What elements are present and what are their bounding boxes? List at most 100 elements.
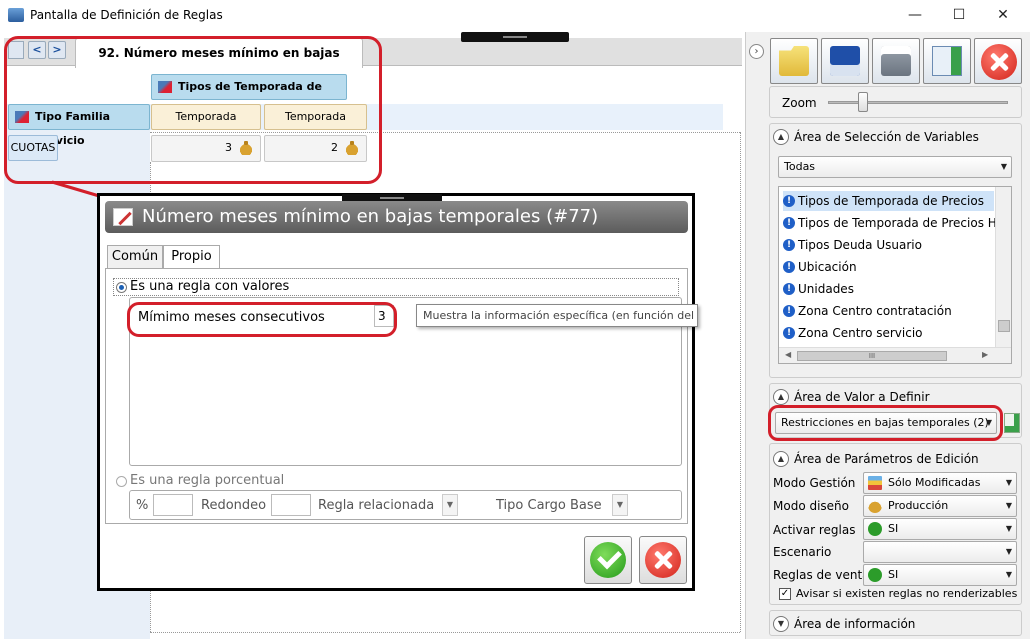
scroll-left-icon[interactable]: ◀ bbox=[785, 350, 791, 359]
variables-title: Área de Selección de Variables bbox=[794, 130, 979, 144]
base-charge-dropdown[interactable]: ▼ bbox=[612, 494, 628, 516]
collapse-variables-button[interactable]: ▲ bbox=[773, 129, 789, 145]
scrollbar-thumb[interactable]: III bbox=[797, 351, 947, 361]
chevron-down-icon: ▼ bbox=[1005, 570, 1012, 579]
tooltip: Muestra la información específica (en fu… bbox=[416, 304, 698, 327]
cancel-button[interactable] bbox=[639, 536, 687, 584]
info-icon: ! bbox=[783, 217, 795, 229]
checkbox-label: Avisar si existen reglas no renderizable… bbox=[796, 587, 1018, 600]
list-item-label: Ubicación bbox=[798, 260, 857, 274]
accept-button[interactable] bbox=[584, 536, 632, 584]
activar-reglas-dropdown[interactable]: SI ▼ bbox=[863, 518, 1017, 540]
param-value: Producción bbox=[888, 499, 949, 512]
tab-propio[interactable]: Propio bbox=[163, 245, 220, 270]
param-label: Modo diseño bbox=[773, 499, 850, 513]
add-value-icon[interactable] bbox=[1004, 413, 1020, 433]
escenario-dropdown[interactable]: ▼ bbox=[863, 541, 1017, 563]
list-item-label: Tipos Deuda Usuario bbox=[798, 238, 922, 252]
tab-comun[interactable]: Común bbox=[107, 245, 163, 269]
param-value: Sólo Modificadas bbox=[888, 476, 981, 489]
list-item-label: Tipos de Temporada de Precios bbox=[798, 194, 984, 208]
list-item-label: Tipos de Temporada de Precios Histó bbox=[798, 216, 1012, 230]
param-label: Escenario bbox=[773, 545, 832, 559]
export-icon bbox=[932, 46, 962, 76]
list-item[interactable]: ! Unidades bbox=[783, 279, 854, 299]
check-icon bbox=[590, 542, 626, 578]
list-item[interactable]: ! Tipos Deuda Usuario bbox=[783, 235, 922, 255]
edit-rule-icon bbox=[113, 208, 133, 226]
list-item-label: Zona Centro servicio bbox=[798, 326, 923, 340]
collapse-params-button[interactable]: ▲ bbox=[773, 451, 789, 467]
scrollbar-thumb[interactable] bbox=[998, 320, 1010, 332]
radio-percent-label: Es una regla porcentual bbox=[130, 473, 285, 488]
close-window-button[interactable]: ✕ bbox=[988, 4, 1018, 26]
value-area-title: Área de Valor a Definir bbox=[794, 390, 930, 404]
right-panel-splitter[interactable] bbox=[745, 32, 768, 639]
list-item[interactable]: ! Zona Centro contratación bbox=[783, 301, 952, 321]
zoom-slider-thumb[interactable] bbox=[858, 92, 868, 112]
close-screen-button[interactable] bbox=[974, 38, 1022, 84]
info-title: Área de información bbox=[794, 617, 916, 631]
check-icon bbox=[868, 568, 882, 582]
maximize-button[interactable]: ☐ bbox=[944, 4, 974, 26]
grid-line bbox=[740, 132, 741, 632]
highlight-annotation bbox=[4, 36, 382, 184]
info-icon: ! bbox=[783, 261, 795, 273]
collapse-panel-button[interactable]: › bbox=[749, 44, 764, 59]
percent-input[interactable] bbox=[153, 494, 193, 516]
chevron-down-icon: ▼ bbox=[1000, 162, 1007, 171]
list-item[interactable]: ! Tipos de Temporada de Precios bbox=[783, 191, 994, 211]
highlight-annotation bbox=[127, 302, 397, 337]
chevron-down-icon: ▼ bbox=[1005, 547, 1012, 556]
rounding-input[interactable] bbox=[271, 494, 311, 516]
warn-unrenderable-checkbox[interactable]: ✓ bbox=[779, 588, 791, 600]
save-button[interactable] bbox=[821, 38, 869, 84]
variable-filter-dropdown[interactable]: Todas ▼ bbox=[778, 156, 1012, 178]
layers-icon bbox=[868, 476, 882, 490]
app-icon bbox=[8, 8, 24, 22]
info-icon: ! bbox=[783, 283, 795, 295]
scroll-right-icon[interactable]: ▶ bbox=[982, 350, 988, 359]
zoom-label: Zoom bbox=[782, 96, 817, 110]
print-button[interactable] bbox=[872, 38, 920, 84]
radio-percent-rule[interactable] bbox=[116, 476, 127, 487]
window-title: Pantalla de Definición de Reglas bbox=[30, 8, 223, 22]
chevron-down-icon: ▼ bbox=[1005, 501, 1012, 510]
variable-filter-value: Todas bbox=[784, 160, 816, 173]
export-button[interactable] bbox=[923, 38, 971, 84]
save-icon bbox=[830, 46, 860, 76]
money-bag-icon bbox=[868, 499, 882, 513]
list-item-label: Zona Centro contratación bbox=[798, 304, 952, 318]
chevron-down-icon: ▼ bbox=[1005, 478, 1012, 487]
collapse-value-area-button[interactable]: ▲ bbox=[773, 389, 789, 405]
modo-gestion-dropdown[interactable]: Sólo Modificadas ▼ bbox=[863, 472, 1017, 494]
vertical-scrollbar[interactable] bbox=[995, 187, 1011, 347]
list-item[interactable]: ! Tipos de Temporada de Precios Histó bbox=[783, 213, 1012, 233]
modo-diseno-dropdown[interactable]: Producción ▼ bbox=[863, 495, 1017, 517]
horizontal-scrollbar[interactable]: ◀ III ▶ bbox=[779, 347, 1011, 363]
param-label: Reglas de venta bbox=[773, 568, 870, 582]
related-rule-dropdown[interactable]: ▼ bbox=[442, 494, 458, 516]
params-title: Área de Parámetros de Edición bbox=[794, 452, 979, 466]
param-label: Modo Gestión bbox=[773, 476, 856, 490]
top-splitter-handle[interactable] bbox=[461, 32, 569, 42]
open-button[interactable] bbox=[770, 38, 818, 84]
info-icon: ! bbox=[783, 305, 795, 317]
zoom-slider[interactable] bbox=[828, 101, 1008, 104]
list-item[interactable]: ! Zona Centro servicio bbox=[783, 323, 923, 343]
cancel-icon bbox=[645, 542, 681, 578]
expand-info-button[interactable]: ▼ bbox=[773, 616, 789, 632]
dialog-title: Número meses mínimo en bajas temporales … bbox=[142, 206, 599, 227]
highlight-annotation bbox=[768, 405, 1003, 441]
info-icon: ! bbox=[783, 239, 795, 251]
param-value: SI bbox=[888, 568, 899, 581]
list-item[interactable]: ! Ubicación bbox=[783, 257, 857, 277]
minimize-button[interactable]: — bbox=[900, 4, 930, 26]
chevron-down-icon: ▼ bbox=[1005, 524, 1012, 533]
radio-values-rule[interactable] bbox=[116, 282, 127, 293]
info-icon: ! bbox=[783, 195, 795, 207]
close-icon bbox=[981, 44, 1017, 80]
reglas-venta-dropdown[interactable]: SI ▼ bbox=[863, 564, 1017, 586]
related-rule-label: Regla relacionada bbox=[318, 498, 435, 513]
param-value: SI bbox=[888, 522, 899, 535]
